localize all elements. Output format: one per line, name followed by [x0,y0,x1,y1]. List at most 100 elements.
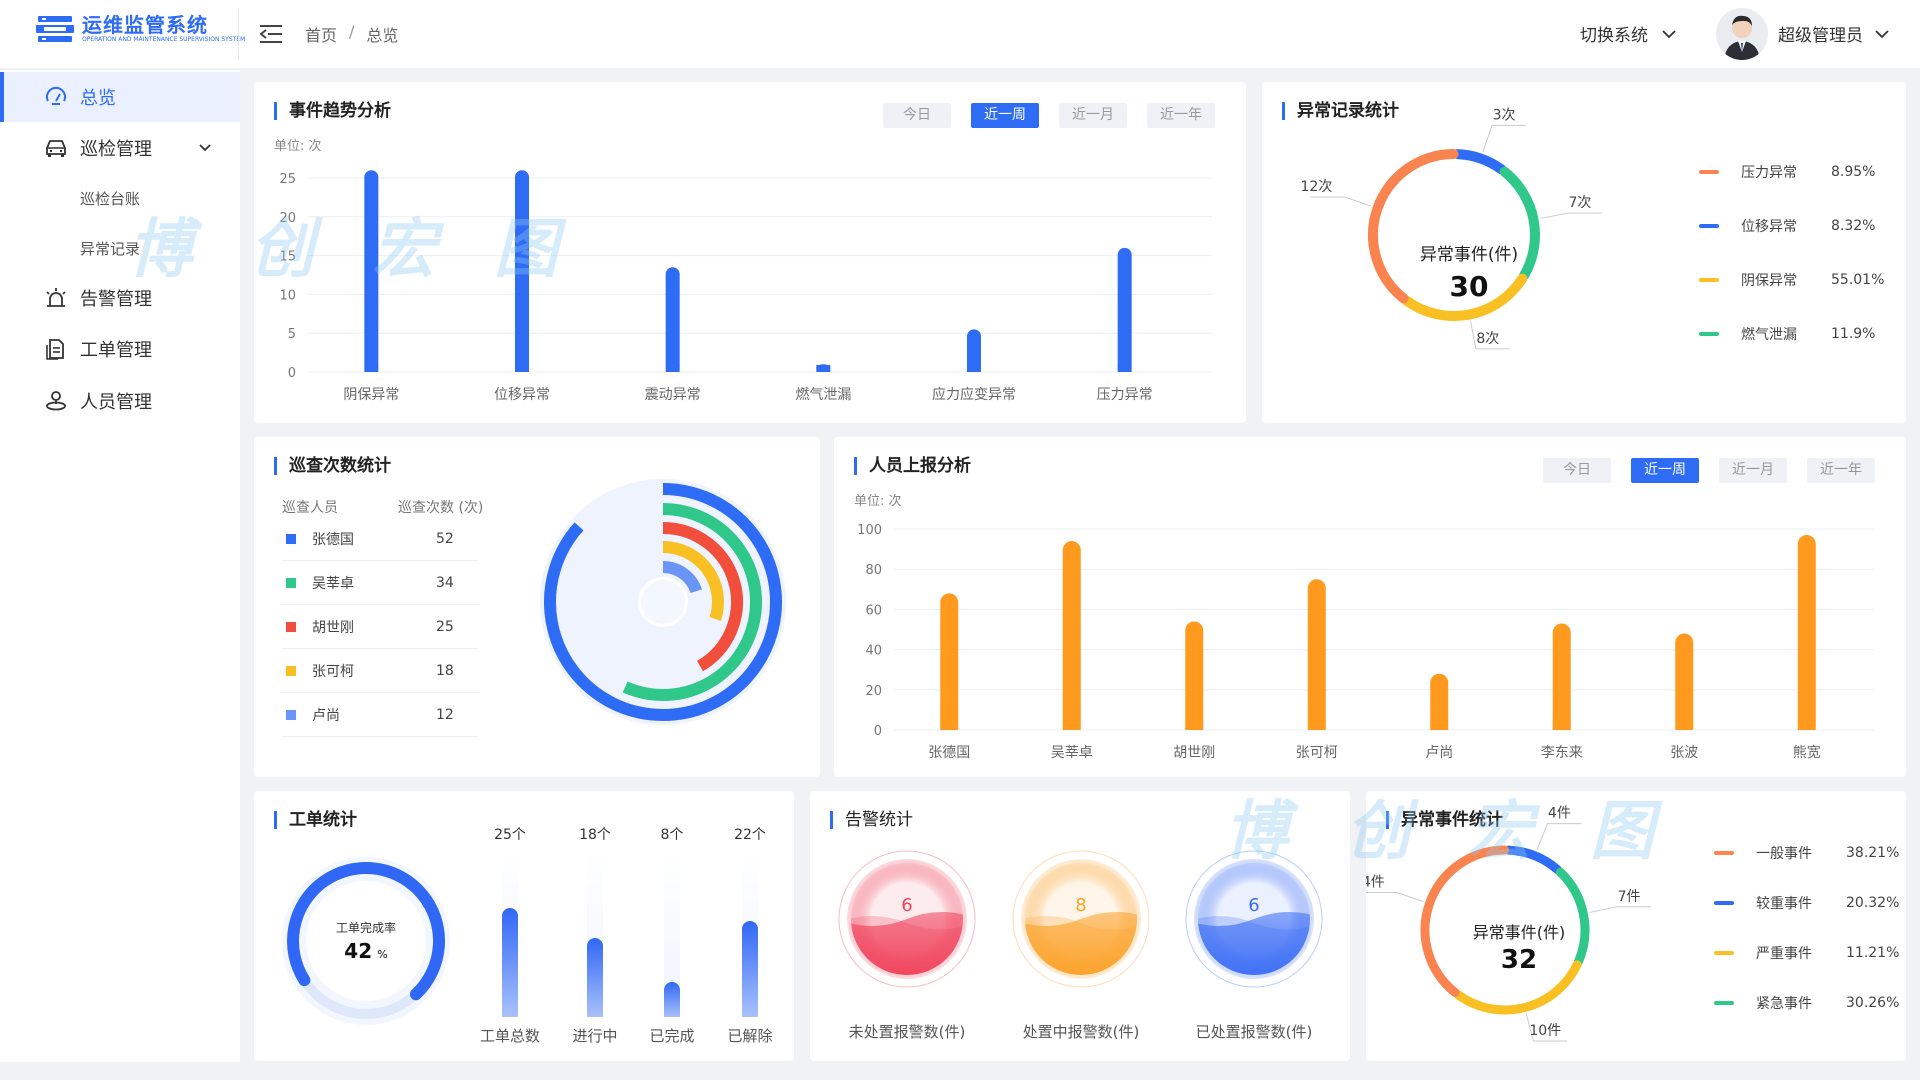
sidebar-item-work-order[interactable]: 工单管理 [0,324,240,374]
x-tick-label: 压力异常 [1097,387,1153,403]
radial-center [641,580,685,624]
legend-swatch [1714,901,1734,905]
menu-fold-icon[interactable] [260,24,282,44]
row-color-marker [286,577,296,588]
callout-label: 8次 [1476,331,1499,347]
car-icon [46,140,66,157]
bar-base [816,365,831,372]
chevron-down-icon [1662,29,1676,38]
bar [1062,541,1081,730]
y-tick-label: 80 [865,563,882,578]
row-color-marker [286,665,296,676]
app-subtitle: OPERATION AND MAINTENANCE SUPERVISION SY… [82,36,246,43]
legend-swatch [1699,224,1719,228]
row-color-marker [286,709,296,720]
legend-percent: 11.9% [1831,326,1876,342]
row-patrol-count: 52 [436,530,454,547]
donut-center-value: 30 [1449,270,1489,303]
legend-item[interactable]: 位移异常 8.32% [1699,216,1875,236]
table-row[interactable]: 胡世刚 25 [282,605,478,649]
row-color-marker [286,621,296,632]
table-row[interactable]: 张德国 52 [282,517,478,561]
ball-value: 8 [1075,895,1086,916]
sidebar-item-overview[interactable]: 总览 [0,72,240,122]
y-tick-label: 0 [874,724,882,739]
legend-item[interactable]: 一般事件 38.21% [1714,843,1899,863]
avatar[interactable] [1716,8,1768,60]
legend-name: 严重事件 [1756,946,1812,962]
bar-base [1307,721,1326,730]
legend-item[interactable]: 压力异常 8.95% [1699,162,1875,182]
bar [1117,247,1132,372]
legend-name: 一般事件 [1756,846,1812,862]
bar [1797,535,1816,730]
callout-label: 7次 [1568,195,1591,211]
legend-swatch [1714,1001,1734,1005]
bar-value-label: 8个 [660,827,684,843]
callout-line [1310,196,1372,207]
y-tick-label: 40 [865,644,882,659]
bar-fill [664,982,680,1017]
work-order-card: 工单统计 工单完成率 42 % 25个 工单总数 18个 进行中 8个 已完成 22个 已解除 [254,791,794,1061]
bar-base [940,721,959,730]
table-row[interactable]: 吴莘卓 34 [282,561,478,605]
logo-icon [36,16,74,42]
sidebar-item-inspection[interactable]: 巡检管理 [0,123,240,173]
row-patrol-count: 34 [436,574,454,591]
switch-system-dropdown[interactable]: 切换系统 [1580,21,1676,46]
watermark-text: 博创宏图 [1224,795,1712,869]
app-title: 运维监管系统 [82,13,208,37]
y-tick-label: 5 [288,327,296,342]
dashboard-icon [46,86,66,105]
row-person-name: 卢尚 [312,707,340,724]
legend-name: 燃气泄漏 [1741,327,1797,343]
legend-item[interactable]: 较重事件 20.32% [1714,893,1899,913]
alarm-light-icon [46,288,66,307]
bar-base [1117,365,1132,372]
x-tick-label: 阴保异常 [343,387,399,403]
donut-center-value: 32 [1500,945,1538,975]
legend-swatch [1699,278,1719,282]
row-patrol-count: 12 [436,706,454,723]
y-tick-label: 20 [865,684,882,699]
bar-base [1430,721,1449,730]
legend-percent: 55.01% [1831,272,1885,288]
x-tick-label: 燃气泄漏 [795,386,851,403]
card-title: 巡查次数统计 [274,457,391,475]
bar-base [1062,721,1081,730]
header-divider [238,8,239,60]
legend-swatch [1714,951,1734,955]
legend-percent: 38.21% [1846,845,1900,861]
breadcrumb-home[interactable]: 首页 [305,22,337,46]
table-row[interactable]: 张可柯 18 [282,649,478,693]
callout-line [1540,212,1602,219]
bar-category-label: 进行中 [572,1027,618,1045]
x-tick-label: 李东来 [1541,745,1583,761]
legend-item[interactable]: 紧急事件 30.26% [1714,993,1899,1013]
breadcrumb-current: 总览 [366,26,399,45]
sidebar-item-personnel[interactable]: 人员管理 [0,376,240,426]
table-row[interactable]: 卢尚 12 [282,693,478,737]
bar-base [364,365,379,372]
bar [1307,579,1326,730]
user-menu[interactable]: 超级管理员 [1778,21,1889,46]
abnormal-records-card: 异常记录统计 3次 7次 8次 12次 异常事件(件) 30 压力异常 8.95% 位移异… [1262,82,1906,423]
legend-name: 较重事件 [1756,896,1812,912]
x-tick-label: 位移异常 [494,387,550,403]
legend-item[interactable]: 燃气泄漏 11.9% [1699,324,1875,344]
row-person-name: 张可柯 [312,663,354,680]
callout-line [1589,906,1652,913]
bar-base [515,365,529,372]
x-tick-label: 吴莘卓 [1051,744,1093,761]
legend-swatch [1714,851,1734,855]
app-logo[interactable]: 运维监管系统 OPERATION AND MAINTENANCE SUPERVI… [36,14,245,44]
y-tick-label: 10 [279,288,296,303]
x-tick-label: 卢尚 [1425,745,1453,761]
legend-percent: 8.95% [1831,164,1876,180]
alarm-ball-label: 处置中报警数(件) [1022,1023,1140,1041]
breadcrumb-separator: / [349,22,355,41]
legend-item[interactable]: 阴保异常 55.01% [1699,270,1884,290]
person-report-bar-chart: 0 20 40 60 80 100 张德国 吴莘卓 胡世刚 张可柯 卢尚 李东来 张波 熊宽 [857,523,1874,761]
legend-item[interactable]: 严重事件 11.21% [1714,943,1899,963]
completion-rate-unit: % [377,948,388,961]
